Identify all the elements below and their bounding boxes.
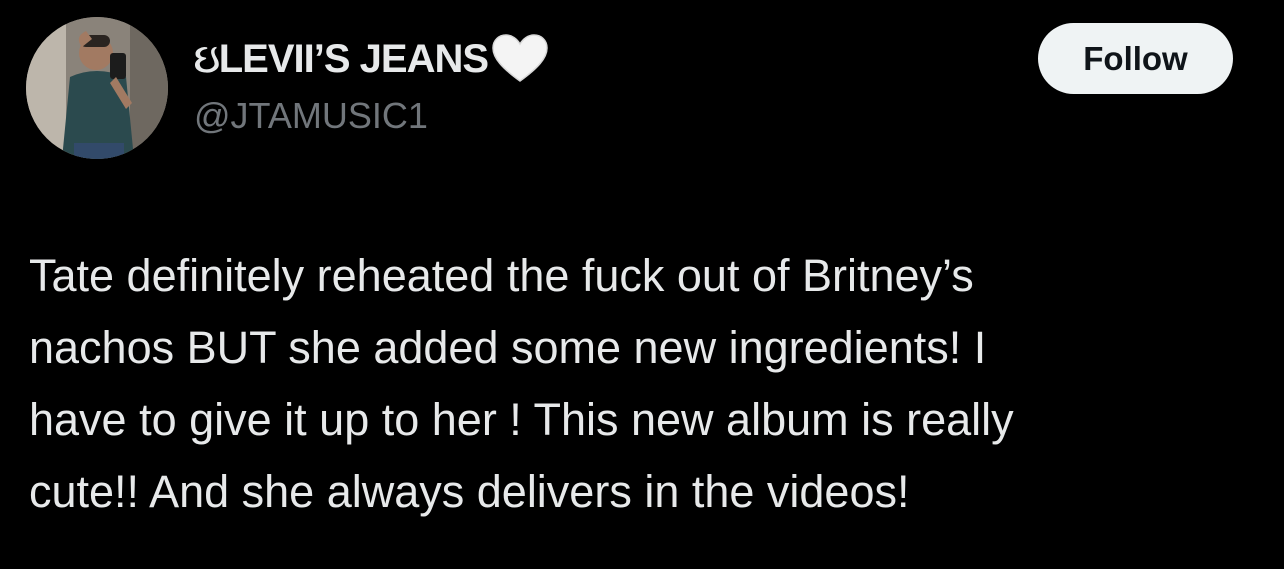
tweet-text-line: nachos BUT she added some new ingredient…: [29, 322, 987, 373]
tweet-text-line: Tate definitely reheated the fuck out of…: [29, 250, 974, 301]
user-handle[interactable]: @JTAMUSIC1: [194, 95, 428, 137]
avatar[interactable]: [26, 17, 168, 159]
tweet-card: ઇLEVII’S JEANS @JTAMUSIC1 Follow Tate de…: [0, 0, 1284, 569]
follow-button[interactable]: Follow: [1038, 23, 1233, 94]
tweet-text-line: have to give it up to her ! This new alb…: [29, 394, 1014, 445]
display-name-prefix: ઇ: [194, 36, 220, 81]
white-heart-icon: [490, 33, 550, 85]
tweet-text-line: cute!! And she always delivers in the vi…: [29, 466, 910, 517]
profile-photo-icon: [26, 17, 168, 159]
display-name-text: LEVII’S JEANS: [218, 36, 489, 81]
display-name: ઇLEVII’S JEANS: [194, 36, 489, 82]
tweet-text: Tate definitely reheated the fuck out of…: [29, 240, 1254, 528]
display-name-row[interactable]: ઇLEVII’S JEANS: [194, 32, 550, 86]
